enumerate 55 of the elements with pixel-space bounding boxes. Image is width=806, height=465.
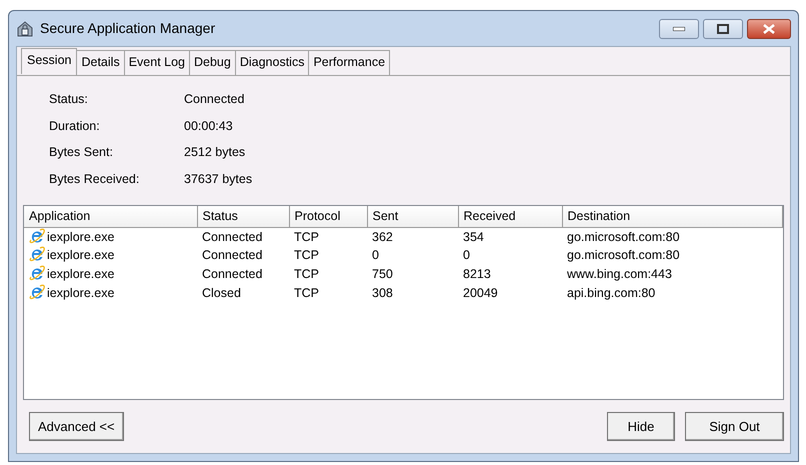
browser-icon <box>29 246 45 262</box>
app-icon <box>16 20 34 38</box>
tab[interactable]: Details <box>76 50 125 75</box>
field-label: Bytes Received: <box>49 171 140 188</box>
table-cell-text: 8213 <box>462 266 492 283</box>
table-cell-text: Connected <box>201 247 264 264</box>
field-value: 2512 bytes <box>184 144 246 162</box>
hide-button[interactable]: Hide <box>607 412 675 442</box>
table-cell-text: TCP <box>293 266 320 283</box>
table-cell-text: api.bing.com:80 <box>566 284 656 302</box>
table-cell-text: 0 <box>371 247 380 264</box>
table-cell[interactable]: iexplore.exe <box>24 246 197 265</box>
maximize-icon <box>717 24 729 34</box>
table-cell-text: TCP <box>293 284 320 302</box>
table-cell-text: 0 <box>462 247 471 264</box>
column-header[interactable]: Application <box>24 206 197 227</box>
table-cell[interactable]: iexplore.exe <box>24 284 197 302</box>
table-cell-text: 308 <box>371 284 394 302</box>
minimize-icon <box>673 26 685 30</box>
table-cell-text: TCP <box>293 247 320 264</box>
tab[interactable]: Session <box>21 48 78 74</box>
field-value: 00:00:43 <box>184 118 234 134</box>
tab[interactable]: Performance <box>308 50 390 75</box>
browser-icon <box>29 284 45 300</box>
browser-icon <box>29 228 45 244</box>
table-cell: go.microsoft.com:80 <box>562 227 782 246</box>
column-header[interactable]: Sent <box>367 206 458 227</box>
close-button[interactable] <box>747 18 791 38</box>
column-header[interactable]: Destination <box>562 206 782 227</box>
table-cell-text: Connected <box>201 266 264 283</box>
field-label: Bytes Sent: <box>49 144 114 162</box>
field-value: Connected <box>184 90 246 108</box>
column-header[interactable]: Protocol <box>289 206 367 227</box>
column-header[interactable]: Received <box>458 206 562 227</box>
field-label: Duration: <box>49 118 101 134</box>
browser-icon <box>29 265 45 281</box>
sign-out-button[interactable]: Sign Out <box>685 412 784 442</box>
advanced-button[interactable]: Advanced << <box>29 412 124 442</box>
maximize-button[interactable] <box>703 18 743 38</box>
table-cell-text: go.microsoft.com:80 <box>566 247 681 264</box>
table-cell-text: 750 <box>371 266 394 283</box>
table-cell[interactable]: iexplore.exe <box>24 265 197 284</box>
window-title: Secure Application Manager <box>40 19 216 38</box>
table-cell[interactable]: iexplore.exe <box>24 227 197 246</box>
table-cell: TCP <box>289 227 367 246</box>
table-cell-text: Closed <box>201 284 242 302</box>
column-header[interactable]: Status <box>197 206 289 227</box>
field-value: 37637 bytes <box>184 171 254 188</box>
table-cell: Connected <box>197 227 289 246</box>
table-cell-text: 20049 <box>462 284 499 302</box>
table-cell: 354 <box>458 227 562 246</box>
table-cell: 362 <box>367 227 458 246</box>
field-label: Status: <box>49 90 89 108</box>
table-cell-text: www.bing.com:443 <box>566 266 673 283</box>
close-icon <box>763 24 775 34</box>
